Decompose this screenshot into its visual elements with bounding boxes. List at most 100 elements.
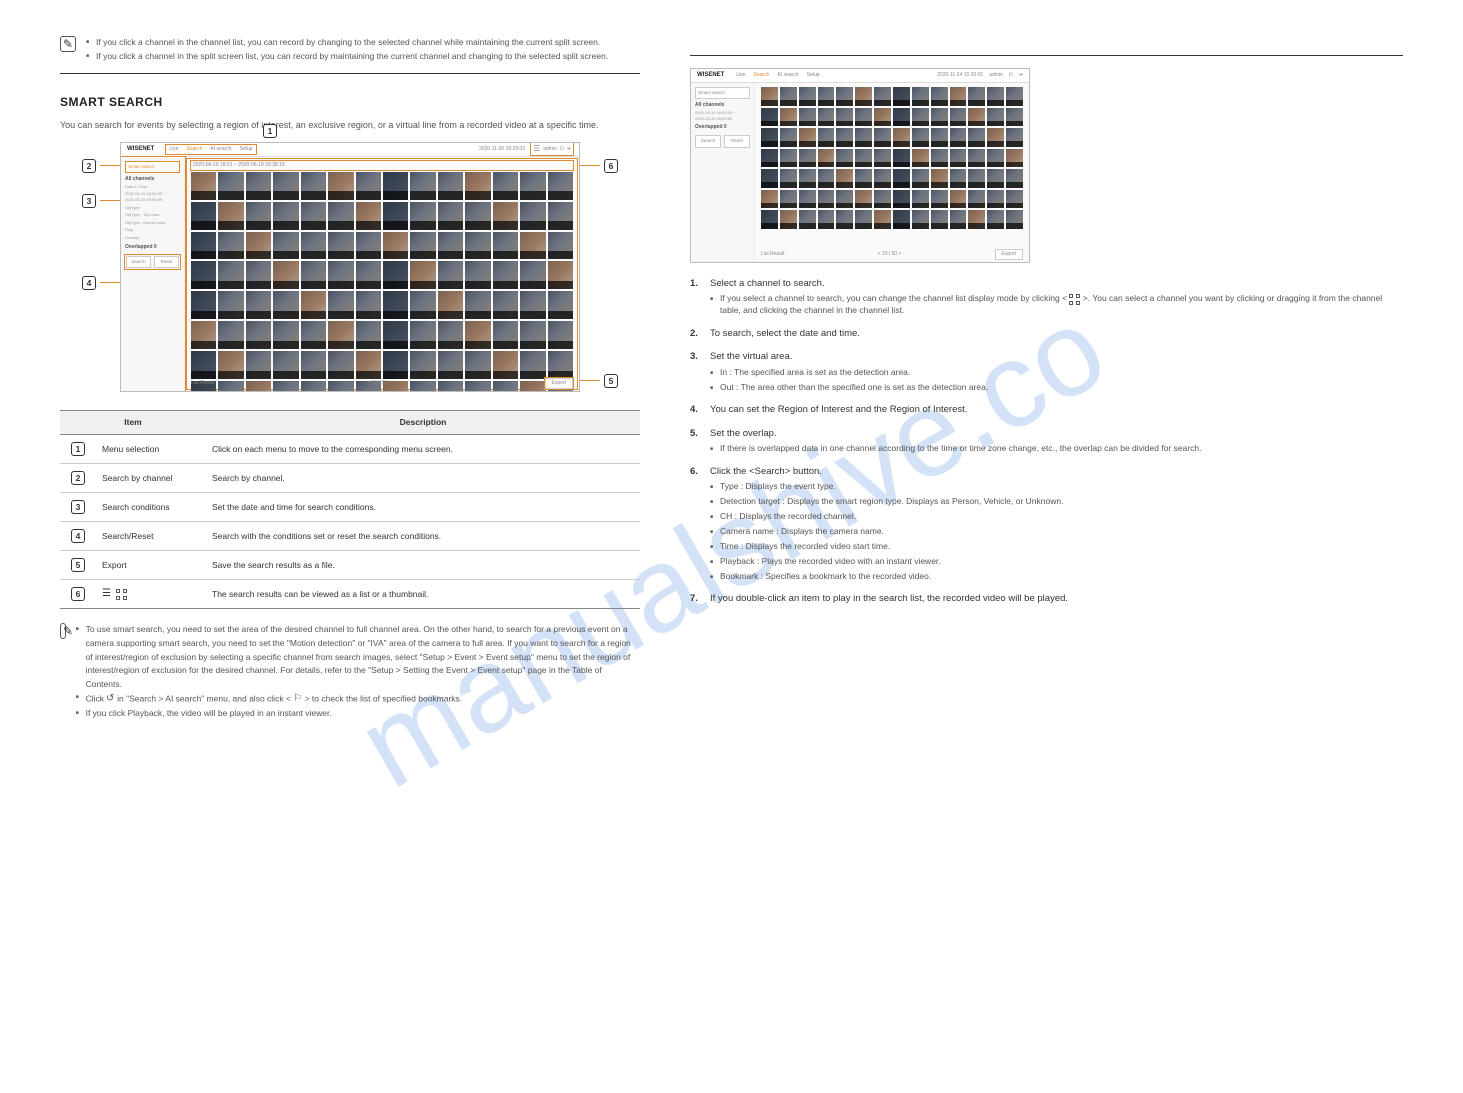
result-thumbnail[interactable]	[912, 149, 929, 168]
result-thumbnail[interactable]	[301, 351, 326, 379]
result-thumbnail[interactable]	[818, 169, 835, 188]
result-thumbnail[interactable]	[520, 232, 545, 260]
result-thumbnail[interactable]	[780, 128, 797, 147]
result-thumbnail[interactable]	[799, 149, 816, 168]
result-thumbnail[interactable]	[218, 202, 243, 230]
result-thumbnail[interactable]	[356, 291, 381, 319]
result-thumbnail[interactable]	[931, 87, 948, 106]
result-thumbnail[interactable]	[465, 202, 490, 230]
search-button[interactable]: Search	[695, 135, 721, 147]
result-thumbnail[interactable]	[273, 321, 298, 349]
result-thumbnail[interactable]	[780, 87, 797, 106]
result-thumbnail[interactable]	[438, 291, 463, 319]
result-thumbnail[interactable]	[818, 210, 835, 229]
result-thumbnail[interactable]	[273, 202, 298, 230]
result-thumbnail[interactable]	[912, 210, 929, 229]
result-thumbnail[interactable]	[383, 351, 408, 379]
result-thumbnail[interactable]	[493, 202, 518, 230]
result-thumbnail[interactable]	[987, 87, 1004, 106]
nav-aisearch[interactable]: AI search	[210, 146, 231, 153]
result-thumbnail[interactable]	[356, 321, 381, 349]
result-thumbnail[interactable]	[328, 351, 353, 379]
sidebar-overlap-value[interactable]: Overlapped 0	[695, 124, 750, 131]
result-thumbnail[interactable]	[893, 190, 910, 209]
result-thumbnail[interactable]	[893, 169, 910, 188]
result-thumbnail[interactable]	[968, 190, 985, 209]
result-thumbnail[interactable]	[410, 261, 435, 289]
pager[interactable]: < 10 / 50 >	[877, 251, 901, 258]
result-thumbnail[interactable]	[987, 128, 1004, 147]
nav-search[interactable]: Search	[187, 146, 203, 153]
result-thumbnail[interactable]	[761, 190, 778, 209]
result-thumbnail[interactable]	[438, 232, 463, 260]
nav-setup[interactable]: Setup	[807, 72, 820, 79]
result-thumbnail[interactable]	[799, 128, 816, 147]
result-thumbnail[interactable]	[931, 128, 948, 147]
result-thumbnail[interactable]	[218, 261, 243, 289]
result-thumbnail[interactable]	[273, 291, 298, 319]
result-thumbnail[interactable]	[548, 291, 573, 319]
result-thumbnail[interactable]	[218, 351, 243, 379]
result-thumbnail[interactable]	[874, 87, 891, 106]
reset-button[interactable]: Reset	[154, 256, 179, 268]
sidebar-datetime-value[interactable]: 2020-06-19 18:00:00 ~ 2020-06-20 05:59:5…	[695, 110, 750, 121]
search-button[interactable]: Search	[126, 256, 151, 268]
result-thumbnail[interactable]	[301, 321, 326, 349]
result-thumbnail[interactable]	[968, 149, 985, 168]
result-thumbnail[interactable]	[761, 169, 778, 188]
result-thumbnail[interactable]	[931, 210, 948, 229]
result-thumbnail[interactable]	[548, 232, 573, 260]
result-thumbnail[interactable]	[218, 232, 243, 260]
result-thumbnail[interactable]	[912, 190, 929, 209]
result-thumbnail[interactable]	[987, 149, 1004, 168]
sidebar-datetime-value[interactable]: 2020-06-19 18:00:00 ~ 2020-06-20 05:59:5…	[125, 191, 180, 202]
result-thumbnail[interactable]	[818, 149, 835, 168]
nav-live[interactable]: Live	[736, 72, 745, 79]
result-thumbnail[interactable]	[799, 190, 816, 209]
result-thumbnail[interactable]	[912, 108, 929, 127]
result-thumbnail[interactable]	[548, 351, 573, 379]
header-user[interactable]: admin	[989, 72, 1003, 79]
result-thumbnail[interactable]	[987, 108, 1004, 127]
result-thumbnail[interactable]	[893, 128, 910, 147]
result-thumbnail[interactable]	[493, 172, 518, 200]
result-thumbnail[interactable]	[987, 190, 1004, 209]
result-thumbnail[interactable]	[465, 291, 490, 319]
result-thumbnail[interactable]	[799, 169, 816, 188]
result-thumbnail[interactable]	[246, 291, 271, 319]
result-thumbnail[interactable]	[493, 351, 518, 379]
result-thumbnail[interactable]	[246, 321, 271, 349]
result-thumbnail[interactable]	[465, 351, 490, 379]
result-thumbnail[interactable]	[1006, 128, 1023, 147]
result-thumbnail[interactable]	[1006, 87, 1023, 106]
result-thumbnail[interactable]	[301, 232, 326, 260]
result-thumbnail[interactable]	[874, 128, 891, 147]
result-thumbnail[interactable]	[855, 210, 872, 229]
result-thumbnail[interactable]	[761, 149, 778, 168]
result-thumbnail[interactable]	[780, 190, 797, 209]
result-thumbnail[interactable]	[410, 291, 435, 319]
result-thumbnail[interactable]	[855, 190, 872, 209]
result-thumbnail[interactable]	[780, 169, 797, 188]
result-thumbnail[interactable]	[780, 149, 797, 168]
result-thumbnail[interactable]	[191, 172, 216, 200]
result-thumbnail[interactable]	[818, 128, 835, 147]
result-thumbnail[interactable]	[301, 202, 326, 230]
result-thumbnail[interactable]	[1006, 190, 1023, 209]
export-button[interactable]: Export	[995, 249, 1023, 260]
result-thumbnail[interactable]	[548, 172, 573, 200]
export-button[interactable]: Export	[545, 378, 573, 389]
result-thumbnail[interactable]	[950, 169, 967, 188]
result-thumbnail[interactable]	[950, 128, 967, 147]
result-thumbnail[interactable]	[218, 321, 243, 349]
result-thumbnail[interactable]	[246, 232, 271, 260]
logout-icon[interactable]: ➜	[567, 146, 571, 153]
result-thumbnail[interactable]	[855, 169, 872, 188]
result-thumbnail[interactable]	[931, 108, 948, 127]
result-thumbnail[interactable]	[191, 261, 216, 289]
result-thumbnail[interactable]	[246, 172, 271, 200]
result-thumbnail[interactable]	[761, 108, 778, 127]
result-thumbnail[interactable]	[356, 351, 381, 379]
result-thumbnail[interactable]	[818, 87, 835, 106]
result-thumbnail[interactable]	[356, 172, 381, 200]
